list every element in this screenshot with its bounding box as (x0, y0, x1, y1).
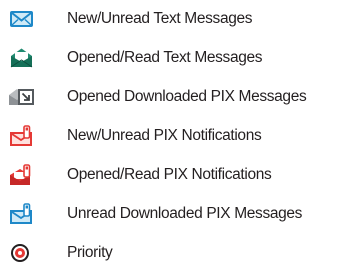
legend-row-priority: Priority (0, 236, 363, 270)
new-unread-pix-notification-icon (8, 125, 36, 147)
legend-row-opened-read-text: Opened/Read Text Messages (0, 41, 363, 75)
opened-read-pix-notification-icon (8, 164, 36, 186)
legend-row-new-unread-text: New/Unread Text Messages (0, 2, 363, 36)
unread-downloaded-pix-message-icon (8, 203, 36, 225)
opened-downloaded-pix-message-icon (8, 86, 36, 108)
legend-label: New/Unread Text Messages (67, 10, 253, 27)
priority-icon (8, 242, 36, 264)
legend-label: Opened/Read Text Messages (67, 49, 263, 66)
legend-row-opened-downloaded-pix: Opened Downloaded PIX Messages (0, 80, 363, 114)
legend-label: New/Unread PIX Notifications (67, 127, 262, 144)
legend-row-opened-read-pix: Opened/Read PIX Notifications (0, 158, 363, 192)
new-unread-text-message-icon (8, 8, 36, 30)
legend-label: Priority (67, 244, 113, 261)
legend-label: Opened Downloaded PIX Messages (67, 88, 307, 105)
message-icon-legend: New/Unread Text Messages Opened/Read Tex… (0, 0, 363, 273)
legend-label: Opened/Read PIX Notifications (67, 166, 272, 183)
legend-row-unread-downloaded-pix: Unread Downloaded PIX Messages (0, 197, 363, 231)
legend-label: Unread Downloaded PIX Messages (67, 205, 303, 222)
opened-read-text-message-icon (8, 47, 36, 69)
legend-row-new-unread-pix: New/Unread PIX Notifications (0, 119, 363, 153)
